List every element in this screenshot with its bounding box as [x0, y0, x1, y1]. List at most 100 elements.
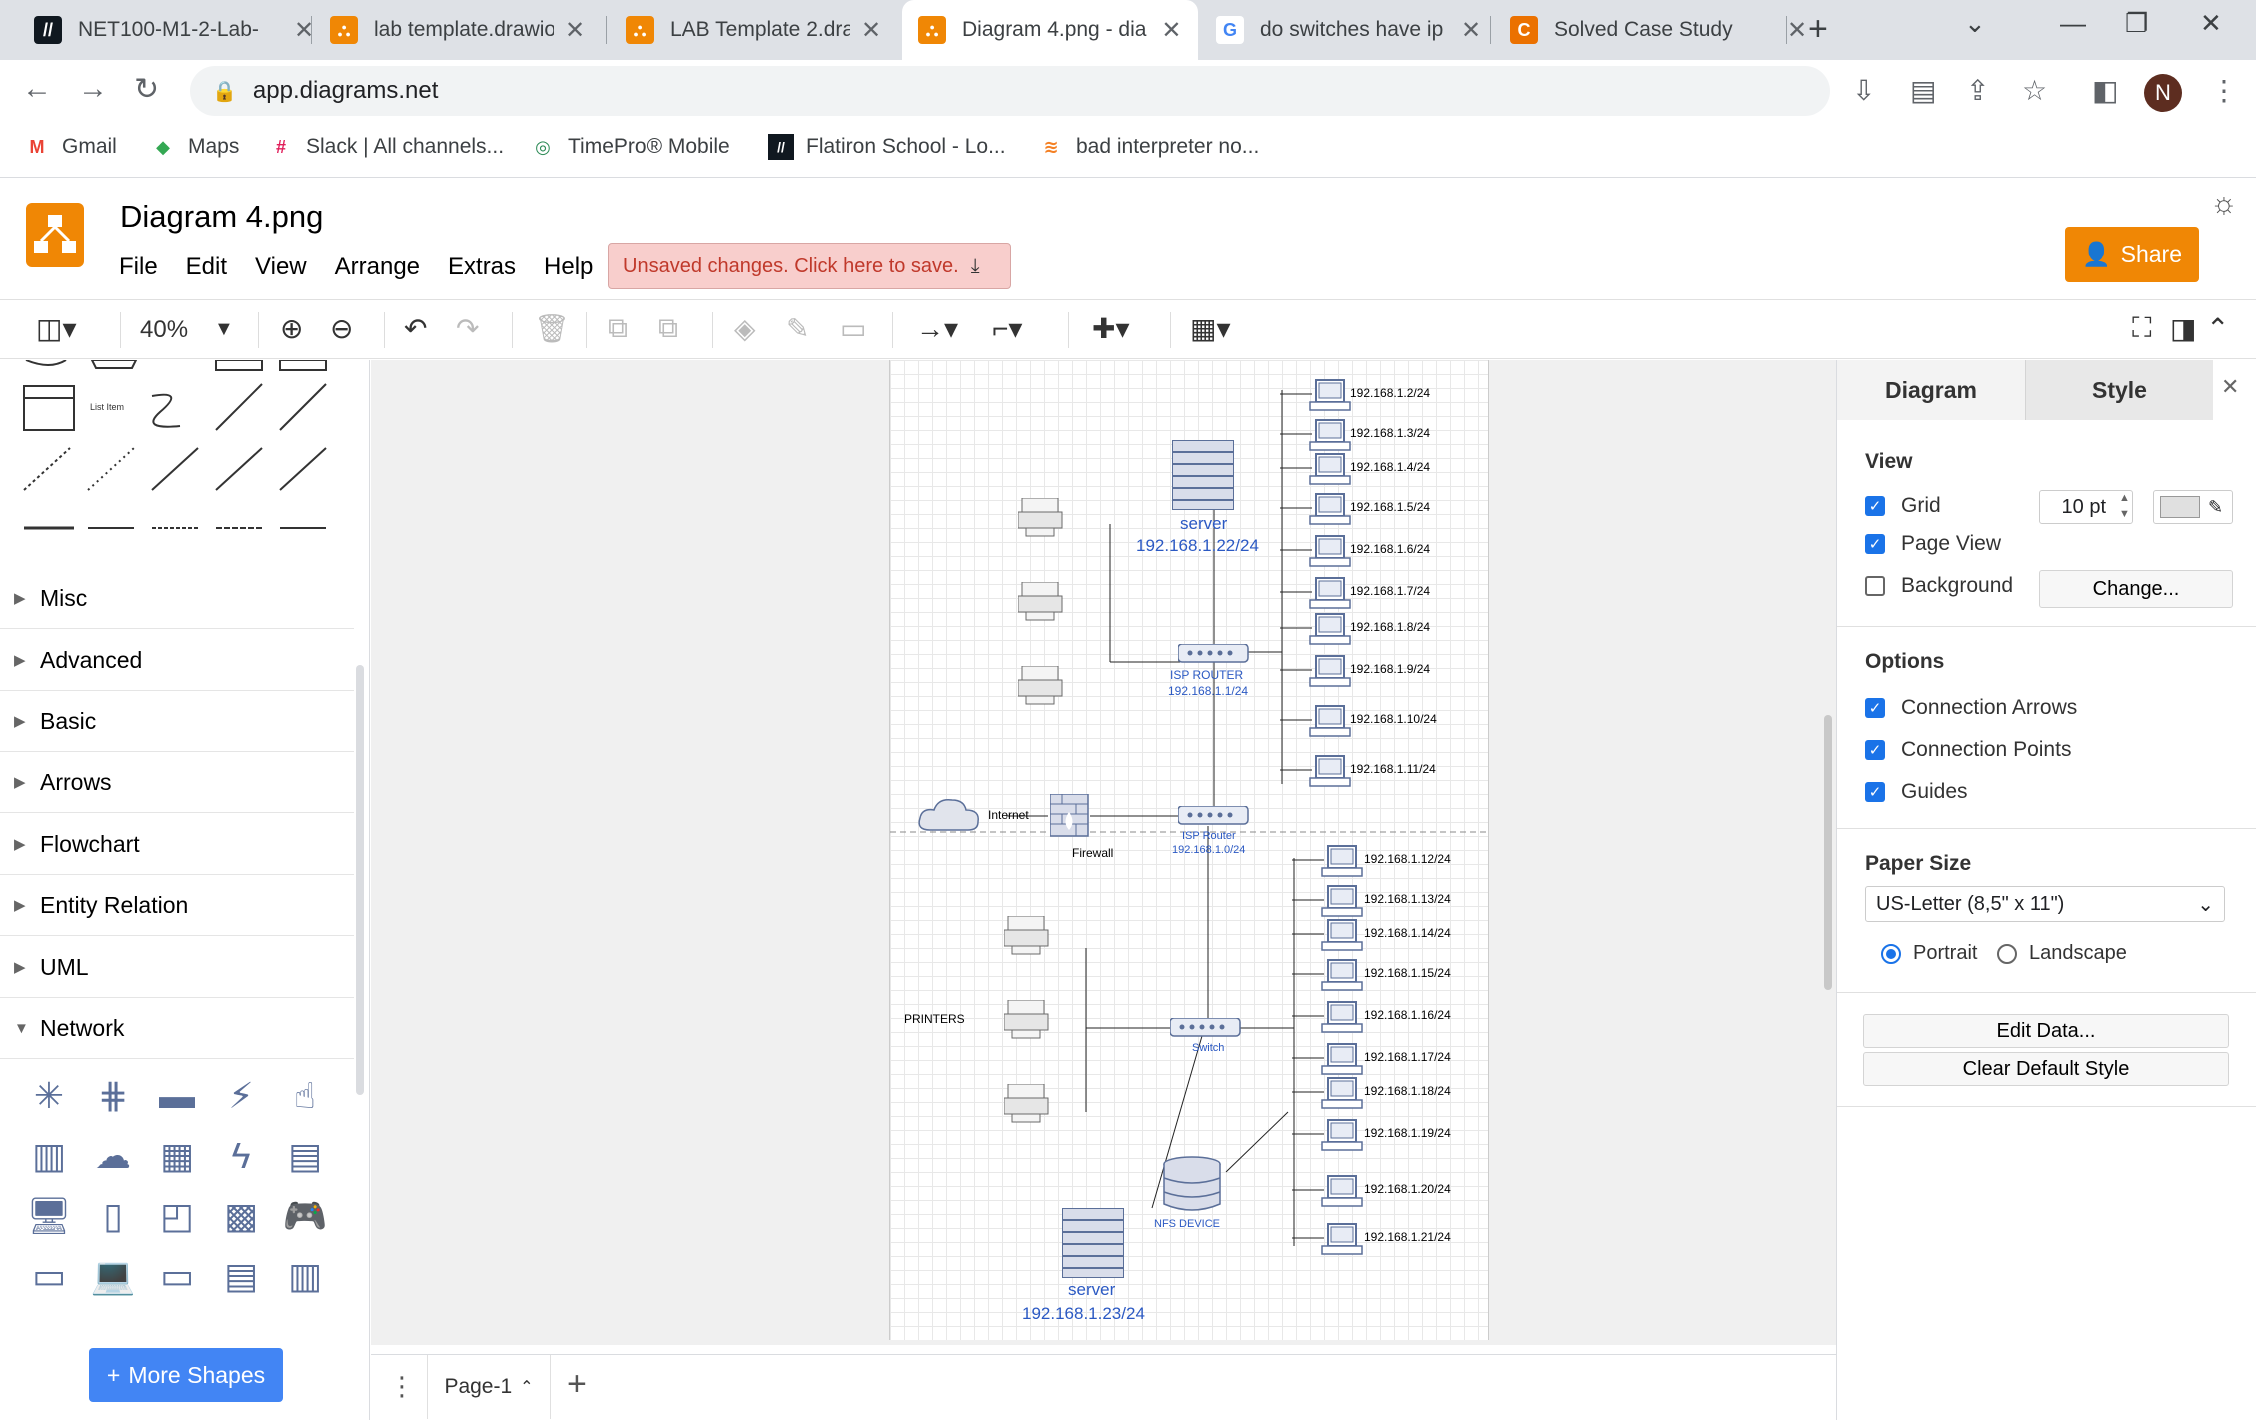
firewall-shape[interactable] [1050, 794, 1090, 838]
printer-top-1[interactable] [1018, 498, 1064, 538]
sidebar-scrollbar[interactable] [356, 665, 364, 1095]
address-bar[interactable]: 🔒 app.diagrams.net [190, 66, 1830, 116]
restore-icon[interactable]: ❐ [2125, 8, 2148, 39]
menu-view[interactable]: View [255, 253, 307, 281]
share-button[interactable]: 👤 Share [2065, 227, 2199, 282]
document-title[interactable]: Diagram 4.png [120, 199, 323, 235]
menu-edit[interactable]: Edit [186, 253, 227, 281]
printer-bottom-2[interactable] [1004, 1000, 1050, 1040]
server-bottom-shape[interactable] [1062, 1208, 1124, 1278]
cloud-icon[interactable]: ☁ [86, 1132, 140, 1180]
router-icon[interactable]: ▭ [22, 1252, 76, 1300]
bus-icon[interactable]: ▬ [150, 1072, 204, 1120]
top-host-pc-1[interactable] [1280, 379, 1354, 414]
bookmark-flatiron[interactable]: // Flatiron School - Lo... [768, 134, 1006, 160]
printer-bottom-1[interactable] [1004, 916, 1050, 956]
zoom-out-icon[interactable]: ⊖ [330, 312, 353, 345]
external-storage-icon[interactable]: ◰ [150, 1192, 204, 1240]
edit-data-button[interactable]: Edit Data... [1863, 1014, 2229, 1048]
bottom-host-pc-6[interactable] [1292, 1043, 1366, 1078]
hub-icon[interactable]: ✳ [22, 1072, 76, 1120]
table-icon[interactable]: ▦▾ [1190, 312, 1231, 345]
zoom-level[interactable]: 40% [140, 316, 188, 344]
share-page-icon[interactable]: ⇪ [1966, 74, 1989, 107]
top-host-pc-3[interactable] [1280, 453, 1354, 488]
rack-icon[interactable]: ▥ [278, 1252, 332, 1300]
close-tab-icon[interactable]: ✕ [858, 16, 884, 45]
bookmark-maps[interactable]: ◆ Maps [150, 134, 239, 160]
page-icon[interactable]: ▤ [1910, 74, 1936, 107]
lightning-icon[interactable]: ϟ [214, 1132, 268, 1180]
tab-diagram[interactable]: Diagram [1837, 360, 2025, 420]
delete-icon[interactable]: 🗑 [534, 312, 570, 345]
category-misc[interactable]: ▶ Misc [0, 568, 354, 629]
tab-google-search[interactable]: G do switches have ip ✕ [1200, 0, 1498, 60]
minimize-icon[interactable]: — [2060, 8, 2086, 39]
top-host-pc-4[interactable] [1280, 493, 1354, 528]
bottom-host-pc-4[interactable] [1292, 959, 1366, 994]
close-tab-icon[interactable]: ✕ [562, 16, 588, 45]
fullscreen-icon[interactable]: ⛶ [2132, 312, 2152, 345]
top-host-pc-10[interactable] [1280, 755, 1354, 790]
tab-chegg[interactable]: C Solved Case Study ✕ [1494, 0, 1824, 60]
page-tab[interactable]: Page-1 ⌃ [427, 1355, 551, 1419]
menu-arrange[interactable]: Arrange [335, 253, 420, 281]
bottom-host-pc-10[interactable] [1292, 1223, 1366, 1258]
isp-router-mid-shape[interactable] [1178, 806, 1250, 826]
chrome-menu-icon[interactable]: ⋮ [2210, 74, 2238, 107]
tab-lab-template-2[interactable]: ⛬ LAB Template 2.dra ✕ [610, 0, 898, 60]
menu-file[interactable]: File [119, 253, 158, 281]
switch-icon[interactable]: ▭ [150, 1252, 204, 1300]
close-panel-icon[interactable]: ✕ [2221, 374, 2239, 400]
zoom-in-icon[interactable]: ⊕ [280, 312, 303, 345]
comm-link-icon[interactable]: ⚡ [214, 1072, 268, 1120]
mainframe-icon[interactable]: ▤ [214, 1252, 268, 1300]
laptop-icon[interactable]: 💻 [86, 1252, 140, 1300]
tab-style[interactable]: Style [2025, 360, 2213, 420]
landscape-radio[interactable]: Landscape [1997, 942, 2127, 965]
printer-top-3[interactable] [1018, 666, 1064, 706]
more-shapes-button[interactable]: + More Shapes [89, 1348, 283, 1402]
bottom-host-pc-3[interactable] [1292, 919, 1366, 954]
format-panel-icon[interactable]: ◨ [2170, 312, 2196, 345]
to-front-icon[interactable]: ⧉ [608, 312, 628, 345]
patch-panel-icon[interactable]: ⋕ [86, 1072, 140, 1120]
firewall-icon[interactable]: ▩ [214, 1192, 268, 1240]
page-view-checkbox[interactable]: ✓ Page View [1865, 532, 2001, 556]
bottom-host-pc-7[interactable] [1292, 1077, 1366, 1112]
avatar[interactable]: N [2144, 74, 2182, 112]
reload-icon[interactable]: ↻ [134, 72, 159, 107]
install-app-icon[interactable]: ⇩ [1852, 74, 1875, 107]
bottom-host-pc-8[interactable] [1292, 1119, 1366, 1154]
category-uml[interactable]: ▶ UML [0, 937, 354, 998]
side-panel-icon[interactable]: ◧ [2092, 74, 2118, 107]
change-background-button[interactable]: Change... [2039, 570, 2233, 608]
category-flowchart[interactable]: ▶ Flowchart [0, 814, 354, 875]
fill-color-icon[interactable]: ◈ [734, 312, 756, 345]
gamepad-icon[interactable]: 🎮 [278, 1192, 332, 1240]
bookmark-star-icon[interactable]: ☆ [2022, 74, 2047, 107]
to-back-icon[interactable]: ⧉ [658, 312, 678, 345]
grid-checkbox[interactable]: ✓ Grid [1865, 494, 1941, 518]
diagram-canvas[interactable]: server 192.168.1.22/24 ISP ROUTER 192.16… [371, 360, 1836, 1345]
category-entity-relation[interactable]: ▶ Entity Relation [0, 875, 354, 936]
bookmark-stackoverflow[interactable]: ≋ bad interpreter no... [1038, 134, 1259, 160]
nfs-device-shape[interactable] [1162, 1156, 1222, 1214]
menu-help[interactable]: Help [544, 253, 593, 281]
close-tab-icon[interactable]: ✕ [1159, 16, 1184, 45]
datacenter-icon[interactable]: ▦ [150, 1132, 204, 1180]
printer-bottom-3[interactable] [1004, 1084, 1050, 1124]
tower-pc-icon[interactable]: ▯ [86, 1192, 140, 1240]
canvas-vertical-scrollbar[interactable] [1824, 715, 1832, 990]
paper-size-select[interactable]: US-Letter (8,5" x 11") ⌄ [1865, 886, 2225, 922]
connection-points-checkbox[interactable]: ✓ Connection Points [1865, 738, 2071, 762]
insert-icon[interactable]: ✚▾ [1092, 312, 1130, 345]
touch-icon[interactable]: ☝ [278, 1072, 332, 1120]
zoom-dropdown-icon[interactable]: ▼ [214, 318, 234, 341]
panels-toggle-icon[interactable]: ◫▾ [36, 312, 77, 345]
guides-checkbox[interactable]: ✓ Guides [1865, 780, 1968, 804]
undo-icon[interactable]: ↶ [404, 312, 427, 345]
connection-style-icon[interactable]: →▾ [916, 312, 958, 345]
server-top-shape[interactable] [1172, 440, 1234, 510]
grid-color-button[interactable]: ✎ [2153, 490, 2233, 524]
